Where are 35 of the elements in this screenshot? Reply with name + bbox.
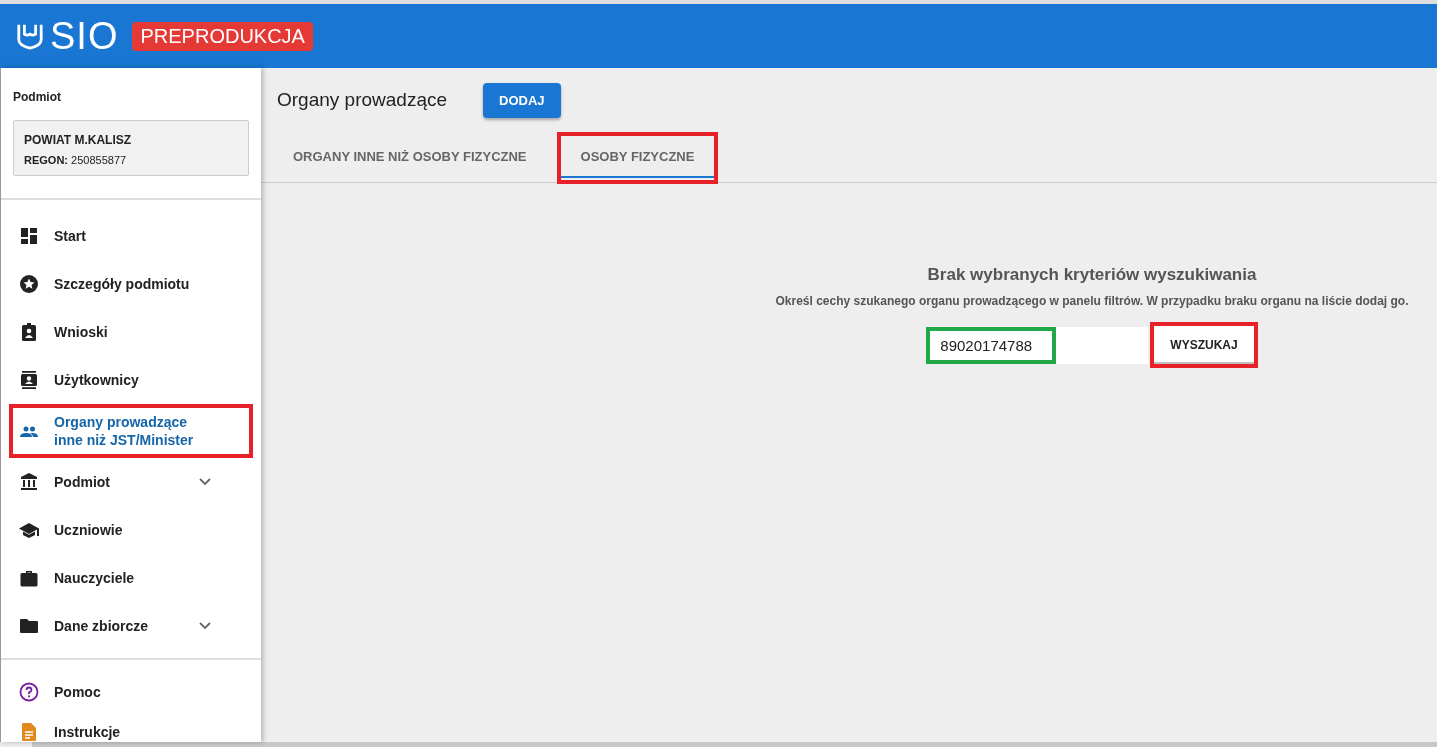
graduation-cap-icon [19,520,39,540]
search-button[interactable]: WYSZUKAJ [1150,322,1258,368]
briefcase-icon [19,568,39,588]
nav-item[interactable]: Organy prowadzące inne niż JST/Minister [9,404,253,458]
regon-label: REGON: [24,154,68,166]
tab[interactable]: ORGANY INNE NIŻ OSOBY FIZYCZNE [273,136,547,178]
folder-icon [19,616,39,636]
nav-item[interactable]: Uczniowie [1,506,261,554]
contacts-icon [19,370,39,390]
entity-name: POWIAT M.KALISZ [24,133,133,147]
bank-icon [19,472,39,492]
nav-item[interactable]: Start [1,212,261,260]
nav-item[interactable]: Użytkownicy [1,356,261,404]
empty-state-title: Brak wybranych kryteriów wyszukiwania [927,265,1257,285]
badge-icon [19,322,39,342]
nav-item[interactable]: Szczegóły podmiotu [1,260,261,308]
nav-item[interactable]: Nauczyciele [1,554,261,602]
search-field[interactable]: 89020174788 [926,326,1149,364]
chevron-down-icon [199,478,211,486]
environment-badge: PREPRODUKCJA [132,21,313,51]
nav-item[interactable]: Dane zbiorcze [1,602,261,650]
tab[interactable]: OSOBY FIZYCZNE [560,136,715,178]
nav-item[interactable]: Pomoc [1,672,261,712]
empty-state-text: Określ cechy szukanego organu prowadzącego w panelu filtrów. W przypadku braku organu na liście dodaj go. [775,294,1409,308]
entity-label: Podmiot [13,90,62,104]
nav-item[interactable]: Podmiot [1,458,261,506]
page-title: Organy prowadzące [277,89,448,111]
add-button[interactable]: DODAJ [483,82,561,118]
nav-item[interactable]: Instrukcje [1,712,261,747]
chevron-down-icon [199,622,211,630]
regon-number: 250855877 [71,154,127,166]
app-logo: SIO [50,14,119,58]
nav-item[interactable]: Wnioski [1,308,261,356]
dashboard-icon [19,226,39,246]
help-icon [19,682,39,702]
